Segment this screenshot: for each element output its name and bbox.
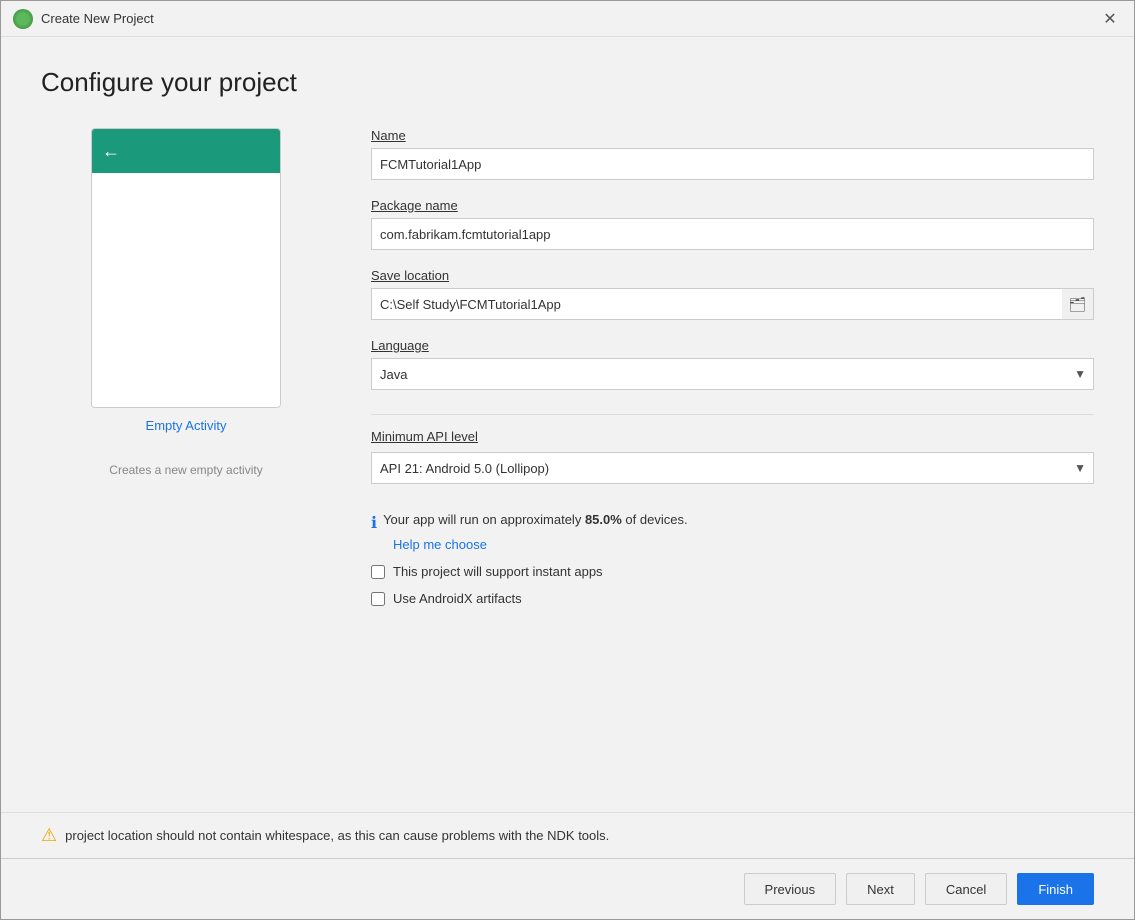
save-location-label: Save location (371, 268, 1094, 283)
language-label: Language (371, 338, 1094, 353)
previous-button[interactable]: Previous (744, 873, 837, 905)
right-panel: Name Package name Save location (371, 128, 1094, 812)
name-label: Name (371, 128, 1094, 143)
language-group: Language Java Kotlin ▼ (371, 338, 1094, 390)
device-coverage-text: Your app will run on approximately 85.0%… (383, 512, 688, 527)
main-area: ← Empty Activity Creates a new empty act… (41, 128, 1094, 812)
divider (371, 414, 1094, 415)
close-button[interactable]: ✕ (1098, 7, 1122, 31)
save-location-input[interactable] (371, 288, 1094, 320)
browse-folder-button[interactable]: 🗂 (1062, 288, 1094, 320)
title-bar: Create New Project ✕ (1, 1, 1134, 37)
device-coverage-info: ℹ Your app will run on approximately 85.… (371, 512, 1094, 533)
save-location-wrapper: 🗂 (371, 288, 1094, 320)
next-button[interactable]: Next (846, 873, 915, 905)
min-api-select[interactable]: API 21: Android 5.0 (Lollipop) API 16: A… (371, 452, 1094, 484)
warning-text: project location should not contain whit… (65, 828, 609, 843)
main-window: Create New Project ✕ Configure your proj… (0, 0, 1135, 920)
name-input[interactable] (371, 148, 1094, 180)
preview-body (92, 173, 280, 407)
name-group: Name (371, 128, 1094, 180)
instant-apps-checkbox[interactable] (371, 565, 385, 579)
language-select-wrapper: Java Kotlin ▼ (371, 358, 1094, 390)
page-title: Configure your project (41, 67, 1094, 98)
content-area: Configure your project ← Empty Activity … (1, 37, 1134, 812)
package-group: Package name (371, 198, 1094, 250)
activity-description: Creates a new empty activity (109, 463, 262, 477)
footer: Previous Next Cancel Finish (1, 858, 1134, 919)
min-api-group: Minimum API level API 21: Android 5.0 (L… (371, 429, 1094, 484)
save-location-group: Save location 🗂 (371, 268, 1094, 320)
warning-icon: ⚠ (41, 825, 57, 846)
language-select[interactable]: Java Kotlin (371, 358, 1094, 390)
min-api-select-wrapper: API 21: Android 5.0 (Lollipop) API 16: A… (371, 452, 1094, 484)
info-icon: ℹ (371, 513, 377, 533)
left-panel: ← Empty Activity Creates a new empty act… (41, 128, 331, 812)
activity-label: Empty Activity (146, 418, 227, 433)
androidx-row: Use AndroidX artifacts (371, 591, 1094, 606)
warning-bar: ⚠ project location should not contain wh… (1, 812, 1134, 858)
back-arrow-icon: ← (102, 141, 120, 162)
help-me-choose-link[interactable]: Help me choose (393, 537, 1094, 552)
finish-button[interactable]: Finish (1017, 873, 1094, 905)
package-input[interactable] (371, 218, 1094, 250)
phone-preview: ← (91, 128, 281, 408)
androidx-checkbox[interactable] (371, 592, 385, 606)
androidx-label: Use AndroidX artifacts (393, 591, 522, 606)
package-label: Package name (371, 198, 1094, 213)
instant-apps-row: This project will support instant apps (371, 564, 1094, 579)
instant-apps-label: This project will support instant apps (393, 564, 603, 579)
app-icon (13, 9, 33, 29)
preview-header: ← (92, 129, 280, 173)
window-title: Create New Project (41, 11, 1098, 26)
min-api-label: Minimum API level (371, 429, 1094, 444)
cancel-button[interactable]: Cancel (925, 873, 1007, 905)
